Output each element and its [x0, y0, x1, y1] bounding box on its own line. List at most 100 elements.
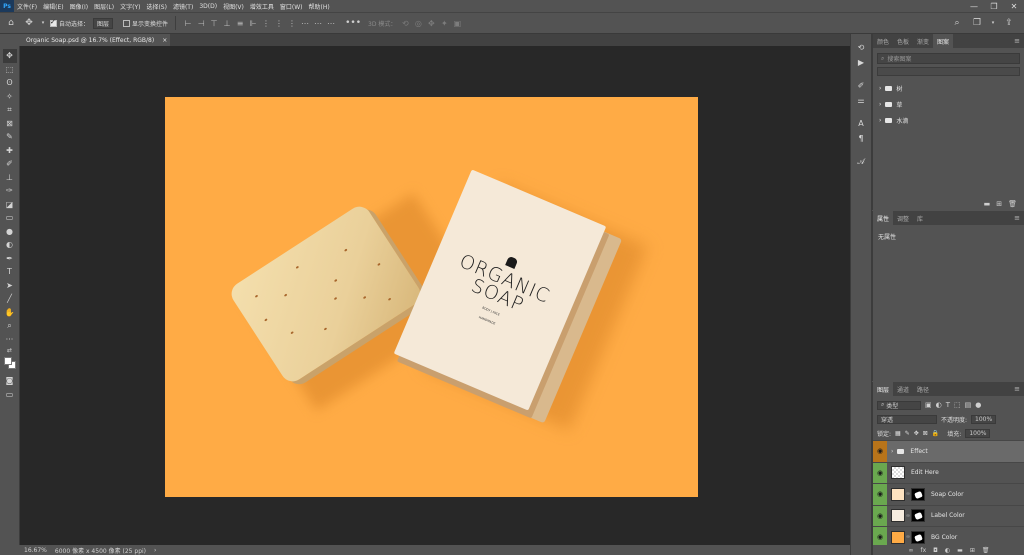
visibility-eye-icon[interactable]: ◉	[873, 462, 887, 483]
align-right-icon[interactable]: ⊤	[209, 18, 219, 28]
minimize-icon[interactable]: —	[964, 2, 984, 11]
type-tool-icon[interactable]: T	[3, 265, 17, 279]
opacity-input[interactable]: 100%	[971, 414, 997, 424]
tab-layers[interactable]: 图层	[873, 382, 894, 396]
layer-row-effect[interactable]: ◉ › Effect	[873, 440, 1024, 462]
panel-menu-icon[interactable]: ≡	[1014, 382, 1024, 396]
panel-menu-icon[interactable]: ≡	[1014, 211, 1024, 225]
3d-slide-icon[interactable]: ✦	[439, 18, 449, 28]
fx-icon[interactable]: fx	[921, 547, 927, 554]
tab-swatches[interactable]: 色板	[893, 34, 913, 48]
foreground-color-swatch[interactable]	[3, 357, 12, 365]
swap-colors-icon[interactable]: ⇄	[3, 346, 17, 354]
new-pattern-icon[interactable]: ⊞	[996, 200, 1002, 208]
home-icon[interactable]: ⌂	[4, 16, 18, 30]
filter-smart-icon[interactable]: ▤	[965, 401, 972, 409]
link-layers-icon[interactable]: ∞	[909, 547, 914, 554]
chevron-right-icon[interactable]: ›	[891, 448, 893, 455]
close-tab-icon[interactable]: ×	[162, 37, 167, 44]
distribute-right-icon[interactable]: ⋮	[287, 18, 297, 28]
ps-logo[interactable]: Ps	[0, 0, 14, 12]
stamp-tool-icon[interactable]: ⊥	[3, 171, 17, 185]
history-brush-icon[interactable]: ✑	[3, 184, 17, 198]
fill-input[interactable]: 100%	[965, 428, 991, 438]
tab-paths[interactable]: 路径	[913, 382, 933, 396]
new-group-icon[interactable]: ▬	[957, 547, 963, 554]
auto-select-checkbox[interactable]: 自动选择：	[50, 18, 89, 28]
align-bottom-icon[interactable]: ⊩	[248, 18, 258, 28]
distribute-bottom-icon[interactable]: ⋯	[326, 18, 336, 28]
align-center-h-icon[interactable]: ⊣	[196, 18, 206, 28]
3d-pan-icon[interactable]: ✥	[426, 18, 436, 28]
dodge-tool-icon[interactable]: ◐	[3, 238, 17, 252]
filter-type-icon[interactable]: T	[946, 401, 950, 409]
menu-filter[interactable]: 滤镜(T)	[170, 2, 196, 11]
align-left-icon[interactable]: ⊢	[183, 18, 193, 28]
tab-libraries[interactable]: 库	[913, 211, 927, 225]
tab-color[interactable]: 颜色	[873, 34, 893, 48]
zoom-tool-icon[interactable]: ⌕	[3, 319, 17, 333]
chevron-down-icon[interactable]: ▾	[40, 16, 46, 30]
menu-3d[interactable]: 3D(D)	[196, 3, 220, 10]
new-group-icon[interactable]: ▬	[984, 200, 991, 208]
layer-row-soap-color[interactable]: ◉ ∞ Soap Color	[873, 483, 1024, 505]
filter-toggle-icon[interactable]: ●	[975, 401, 981, 409]
panel-menu-icon[interactable]: ≡	[1014, 34, 1024, 48]
brush-settings-icon[interactable]: ✐	[854, 78, 868, 93]
close-icon[interactable]: ✕	[1004, 2, 1024, 11]
move-tool-icon[interactable]: ✥	[2, 49, 17, 63]
align-middle-icon[interactable]: ≡	[235, 18, 245, 28]
adjustment-layer-icon[interactable]: ◐	[945, 547, 950, 554]
menu-select[interactable]: 选择(S)	[143, 2, 170, 11]
menu-help[interactable]: 帮助(H)	[306, 2, 333, 11]
checkbox-checked-icon[interactable]	[50, 18, 57, 27]
chevron-down-icon[interactable]: ▾	[990, 16, 996, 30]
layer-filter-dropdown[interactable]: ⌕ 类型	[877, 400, 921, 410]
pen-tool-icon[interactable]: ✒	[3, 252, 17, 266]
filter-adjust-icon[interactable]: ◐	[936, 401, 942, 409]
tab-patterns[interactable]: 图案	[933, 34, 954, 48]
glyphs-icon[interactable]: 𝒜	[854, 154, 868, 169]
menu-file[interactable]: 文件(F)	[14, 2, 40, 11]
more-options-icon[interactable]: •••	[345, 16, 361, 30]
lasso-tool-icon[interactable]: ʘ	[3, 76, 17, 90]
menu-type[interactable]: 文字(Y)	[117, 2, 143, 11]
distribute-center-icon[interactable]: ⋮	[274, 18, 284, 28]
tab-properties[interactable]: 属性	[873, 211, 894, 225]
blend-mode-dropdown[interactable]: 穿透	[877, 414, 937, 424]
move-tool-icon[interactable]: ✥	[22, 16, 36, 30]
tab-adjustments[interactable]: 调整	[893, 211, 913, 225]
show-transform-checkbox[interactable]: 显示变换控件	[123, 19, 168, 28]
gradient-tool-icon[interactable]: ▭	[3, 211, 17, 225]
delete-icon[interactable]: 🗑	[1008, 200, 1017, 208]
visibility-eye-icon[interactable]: ◉	[873, 484, 887, 505]
artboard[interactable]: ORGANIC SOAP BODY | FACE HANDMADE	[165, 97, 698, 497]
search-icon[interactable]: ⌕	[950, 16, 964, 30]
crop-tool-icon[interactable]: ⌗	[3, 103, 17, 117]
character-icon[interactable]: A	[854, 116, 868, 131]
distribute-left-icon[interactable]: ⋮	[261, 18, 271, 28]
more-tools-icon[interactable]: ···	[3, 333, 17, 347]
distribute-top-icon[interactable]: ⋯	[300, 18, 310, 28]
chevron-right-icon[interactable]: ›	[879, 85, 881, 92]
3d-roll-icon[interactable]: ◎	[413, 18, 423, 28]
color-swatches[interactable]	[3, 356, 17, 370]
menu-view[interactable]: 视图(V)	[220, 2, 247, 11]
menu-image[interactable]: 图像(I)	[67, 2, 91, 11]
pattern-folder[interactable]: › 树	[873, 80, 1024, 96]
zoom-level[interactable]: 16.67%	[24, 547, 47, 554]
add-mask-icon[interactable]: ◘	[933, 547, 938, 554]
restore-icon[interactable]: ❐	[984, 2, 1004, 11]
pattern-folder[interactable]: › 水滴	[873, 112, 1024, 128]
layer-row-edit-here[interactable]: ◉ Edit Here	[873, 461, 1024, 483]
checkbox-unchecked-icon[interactable]	[123, 19, 131, 27]
adjustments-icon[interactable]: ⚌	[854, 93, 868, 108]
marquee-tool-icon[interactable]: ⬚	[3, 63, 17, 77]
3d-rotate-icon[interactable]: ⟲	[400, 18, 410, 28]
auto-select-target-dropdown[interactable]: 图层	[93, 17, 114, 29]
path-select-icon[interactable]: ➤	[3, 279, 17, 293]
lock-pixels-icon[interactable]: ✎	[905, 430, 910, 437]
brush-tool-icon[interactable]: ✐	[3, 157, 17, 171]
quick-mask-icon[interactable]: ◙	[3, 374, 17, 388]
eraser-icon[interactable]: ◪	[3, 198, 17, 212]
